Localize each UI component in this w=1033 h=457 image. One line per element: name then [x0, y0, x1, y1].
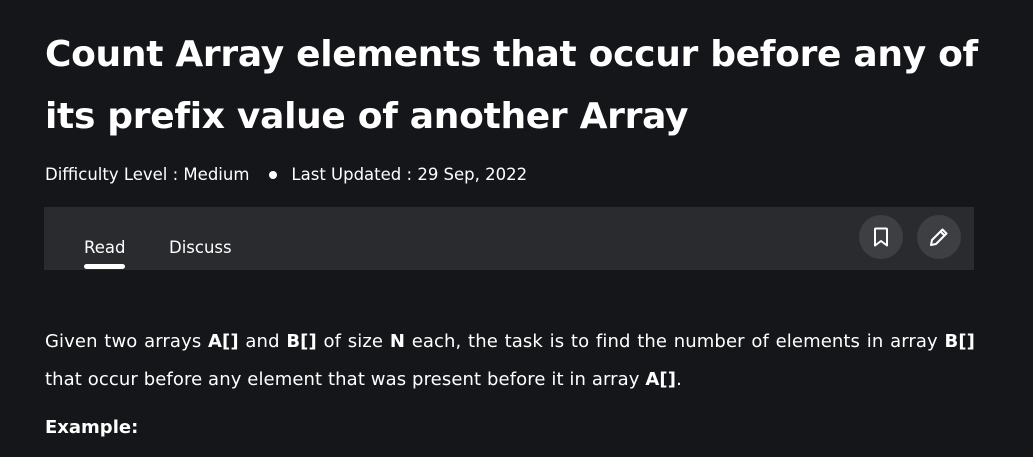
size-n-ref: N [389, 331, 405, 352]
article-page: Count Array elements that occur before a… [0, 0, 1033, 457]
article-title: Count Array elements that occur before a… [45, 34, 978, 137]
edit-button[interactable] [917, 215, 961, 259]
tab-discuss-label: Discuss [169, 238, 232, 257]
problem-statement: Given two arrays A[] and B[] of size N e… [45, 331, 975, 390]
array-b-ref: B[] [944, 331, 975, 352]
array-b-ref: B[] [286, 331, 317, 352]
pencil-icon [930, 228, 948, 246]
tab-discuss[interactable]: Discuss [169, 237, 232, 259]
last-updated: Last Updated : 29 Sep, 2022 [291, 165, 528, 184]
bookmark-button[interactable] [859, 215, 903, 259]
separator-dot [269, 170, 278, 179]
bookmark-icon [874, 227, 888, 247]
difficulty-level: Difficulty Level : Medium [45, 165, 250, 184]
article-meta: Difficulty Level : Medium Last Updated : … [45, 163, 527, 187]
tab-read[interactable]: Read [84, 237, 126, 269]
array-a-ref: A[] [645, 369, 677, 390]
tab-read-label: Read [84, 238, 126, 257]
article-tab-bar: Read Discuss [44, 207, 974, 270]
array-a-ref: A[] [208, 331, 239, 352]
active-tab-indicator [84, 264, 126, 269]
example-heading: Example: [45, 417, 139, 438]
